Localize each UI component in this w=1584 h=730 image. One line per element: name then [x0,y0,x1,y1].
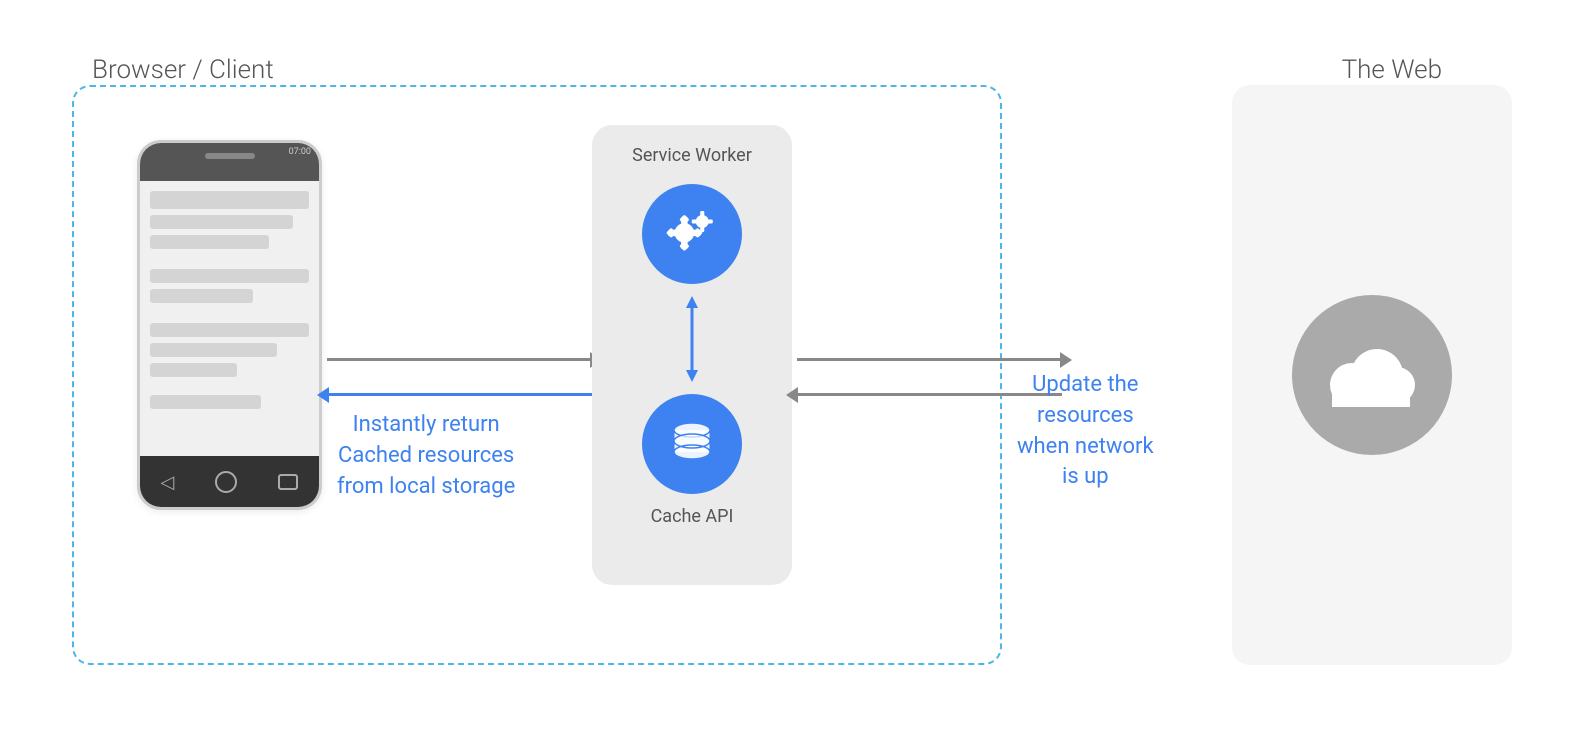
gear-svg [660,202,725,267]
update-label: Update the resources when network is up [1017,370,1154,493]
vertical-double-arrow [680,294,704,384]
instantly-return-line3: from local storage [337,474,515,499]
update-line1: Update the [1032,372,1138,397]
phone-content-3 [150,235,269,249]
service-worker-label: Service Worker [632,145,752,166]
arrow-sw-to-phone [327,393,592,396]
phone-content-1 [150,191,309,209]
cache-api-label: Cache API [651,506,734,527]
spacer1 [150,255,309,263]
instantly-return-line2: Cached resources [338,443,514,468]
phone-content-6 [150,323,309,337]
nav-recent-icon [278,474,298,490]
phone-screen [140,181,319,456]
phone-content-4 [150,269,309,283]
phone-content-7 [150,343,277,357]
arrow-line-sw-web [797,358,1062,361]
database-svg [662,414,722,474]
cloud-circle [1292,295,1452,455]
cache-api-icon [642,394,742,494]
instantly-return-label: Instantly return Cached resources from l… [337,410,515,502]
service-worker-icon [642,184,742,284]
arrow-line-right [327,358,592,361]
diagram-container: Browser / Client 07:00 ◁ [42,25,1542,705]
update-line3: when network [1017,434,1154,459]
phone-status: 07:00 [289,147,311,157]
phone-top-bar: 07:00 [140,143,319,181]
phone-bottom-bar: ◁ [140,456,319,508]
nav-back-icon: ◁ [161,472,175,493]
instantly-return-line1: Instantly return [353,412,500,437]
phone-mockup: 07:00 ◁ [137,140,322,510]
update-line2: resources [1037,403,1134,428]
cloud-wrapper [1292,295,1452,455]
nav-home-icon [215,471,237,493]
web-box [1232,85,1512,665]
arrow-line-left-blue [327,393,592,396]
spacer2 [150,309,309,317]
cloud-svg [1322,340,1422,410]
update-line4: is up [1062,464,1109,489]
browser-client-label: Browser / Client [92,55,274,85]
phone-content-2 [150,215,293,229]
phone-content-5 [150,289,253,303]
vertical-arrow-svg [680,294,704,384]
spacer3 [150,383,309,389]
arrow-phone-to-sw [327,358,592,361]
service-worker-panel: Service Worker [592,125,792,585]
phone-content-8 [150,363,237,377]
arrow-sw-to-web [797,358,1062,361]
web-label: The Web [1342,55,1442,85]
phone-content-9 [150,395,261,409]
phone-speaker [205,153,255,159]
